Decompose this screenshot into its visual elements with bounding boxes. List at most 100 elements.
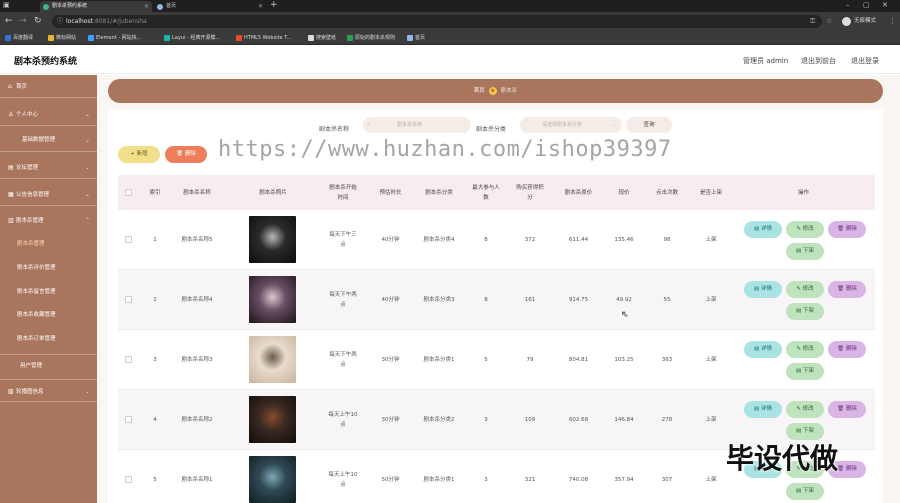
sidebar-item-label: 公告信息管理 [16, 192, 50, 198]
bookmark-icon [88, 35, 94, 41]
batch-delete-button[interactable]: 🗑 删除 [165, 146, 207, 163]
sidebar-item-notice[interactable]: ▦ 公告信息管理 ⌄ [0, 183, 97, 206]
row-checkbox[interactable] [125, 236, 132, 243]
col-header-name[interactable]: 剧本杀名称 [166, 175, 228, 210]
bookmark-item[interactable]: 微标网站 [47, 31, 76, 45]
maximize-icon[interactable]: ▢ [863, 0, 870, 11]
name-search-input[interactable]: ⌕ 剧本杀名称 [363, 117, 471, 133]
breadcrumb-home[interactable]: 首页 [474, 88, 485, 94]
bookmark-item[interactable]: 百度翻译 [4, 31, 33, 45]
sidebar-item-home[interactable]: ⌂ 首页 [0, 75, 97, 98]
col-header-status[interactable]: 是否上架 [690, 175, 732, 210]
offshelf-button[interactable]: ▤ 下架 [786, 243, 824, 260]
sidebar-sub-review[interactable]: 剧本杀评价管理 [0, 257, 97, 280]
back-icon[interactable]: ← [5, 15, 13, 27]
type-select[interactable]: 请选择剧本杀分类 ⌄ [520, 117, 622, 133]
bookmark-item[interactable]: Element - 网站快... [87, 31, 141, 45]
row-checkbox[interactable] [125, 416, 132, 423]
delete-button[interactable]: 🗑 删除 [828, 401, 866, 418]
sidebar-sub-order[interactable]: 剧本杀订单管理 [0, 328, 97, 351]
col-header-label: 剧本杀名称 [183, 189, 211, 196]
col-header-start[interactable]: 剧本杀开始 时间 [318, 175, 368, 210]
chevron-up-icon: ⌃ [84, 217, 90, 224]
sidebar-sub-favorite[interactable]: 剧本杀收藏管理 [0, 304, 97, 327]
cell-duration: 50分钟 [381, 477, 400, 483]
tab-close-icon[interactable]: ✕ [258, 1, 263, 12]
offshelf-button-label: 下架 [802, 248, 814, 254]
browser-more-icon[interactable]: ⋮ [889, 16, 896, 27]
bookmark-item[interactable]: Layui - 经典开源模... [163, 31, 220, 45]
sidebar-item-forum[interactable]: ▤ 论坛管理 ⌄ [0, 156, 97, 179]
search-button[interactable]: 查询 [626, 117, 672, 133]
col-header-duration[interactable]: 预估时长 [368, 175, 413, 210]
trash-icon: 🗑 [837, 406, 846, 412]
mouse-cursor-icon: ⇖ [621, 310, 629, 320]
sidebar-item-personal[interactable]: ♙ 个人中心 ⌄ [0, 103, 97, 126]
browser-tab-active[interactable]: 剧本杀预约系统 ✕ [40, 1, 152, 12]
minimize-icon[interactable]: – [846, 0, 850, 11]
sidebar-item-carousel[interactable]: ▨ 轮播图信息 ⌄ [0, 379, 97, 402]
doc-icon: ▤ [796, 428, 803, 434]
row-checkbox[interactable] [125, 296, 132, 303]
detail-button[interactable]: ▤ 详情 [744, 281, 782, 298]
type-select-placeholder: 请选择剧本杀分类 [542, 122, 583, 128]
delete-button[interactable]: 🗑 删除 [828, 221, 866, 238]
delete-button[interactable]: 🗑 删除 [828, 281, 866, 298]
cell-max: 5 [484, 357, 488, 363]
url-input[interactable]: ⓘ localhost:8081/#/jubensha [52, 15, 822, 28]
chevron-down-icon: ⌄ [84, 111, 90, 118]
col-header-max[interactable]: 最大参与人 数 [465, 175, 507, 210]
detail-button[interactable]: ▤ 详情 [744, 341, 782, 358]
bookmark-item[interactable]: 搜索壁纸 [307, 31, 336, 45]
edit-button[interactable]: ✎ 修改 [786, 221, 824, 238]
incognito-badge[interactable]: 无痕模式 [842, 15, 876, 28]
tab-close-icon[interactable]: ✕ [144, 1, 149, 12]
offshelf-button[interactable]: ▤ 下架 [786, 483, 824, 500]
row-checkbox[interactable] [125, 476, 132, 483]
back-to-front-link[interactable]: 退出到前台 [801, 56, 836, 66]
detail-button[interactable]: ▤ 详情 [744, 221, 782, 238]
new-tab-icon[interactable]: + [270, 0, 278, 11]
col-header-clicks[interactable]: 点击次数 [644, 175, 690, 210]
col-header-price[interactable]: 现价 [604, 175, 644, 210]
logout-link[interactable]: 退出登录 [851, 56, 879, 66]
sidebar-item-users[interactable]: 用户管理 [0, 354, 97, 377]
col-header-photo[interactable]: 剧本杀照片 [228, 175, 318, 210]
incognito-icon [842, 17, 851, 26]
poster-image [249, 456, 296, 503]
col-header-orig[interactable]: 剧本杀原价 [553, 175, 604, 210]
sidebar-sub-jubensha[interactable]: 剧本杀管理 [0, 233, 97, 256]
browser-tab[interactable]: 首页 ✕ [154, 1, 266, 12]
sidebar-item-base-data[interactable]: 基础数据管理 ⌄ [0, 129, 97, 152]
bookmark-item[interactable]: HTML5 Website T... [235, 31, 291, 45]
cell-orig: 611.44 [568, 237, 589, 243]
sidebar-sub-message[interactable]: 剧本杀留言管理 [0, 281, 97, 304]
offshelf-button[interactable]: ▤ 下架 [786, 363, 824, 380]
url-path: :8081/#/jubensha [92, 18, 147, 25]
bookmark-item[interactable]: 首页 [406, 31, 425, 45]
row-checkbox[interactable] [125, 356, 132, 363]
cell-price: 146.84 [614, 417, 634, 423]
star-icon[interactable]: ☆ [826, 16, 832, 27]
browser-menu-icon[interactable]: ▣ [3, 0, 10, 11]
forward-icon[interactable]: → [19, 15, 27, 27]
edit-button[interactable]: ✎ 修改 [786, 341, 824, 358]
edit-button[interactable]: ✎ 修改 [786, 281, 824, 298]
detail-button[interactable]: ▤ 详情 [744, 401, 782, 418]
col-header-type[interactable]: 剧本杀分类 [413, 175, 465, 210]
bookmark-item[interactable]: 原始的剧本杀规则 [346, 31, 395, 45]
edit-button[interactable]: ✎ 修改 [786, 401, 824, 418]
chevron-down-icon: ⌄ [84, 191, 90, 198]
col-header-points[interactable]: 购买获得积 分 [507, 175, 553, 210]
offshelf-button[interactable]: ▤ 下架 [786, 303, 824, 320]
key-icon[interactable]: ⚿ [810, 16, 815, 27]
select-all-checkbox[interactable] [125, 189, 132, 196]
edit-button-label: 修改 [802, 346, 814, 352]
close-window-icon[interactable]: ✕ [882, 0, 888, 11]
sidebar-item-jubensha[interactable]: ▥ 剧本杀管理 ⌃ [0, 209, 97, 232]
delete-button[interactable]: 🗑 删除 [828, 341, 866, 358]
add-button[interactable]: + 新增 [118, 146, 160, 163]
vue-favicon-icon [43, 4, 49, 10]
bookmark-icon [407, 35, 413, 41]
reload-icon[interactable]: ↻ [34, 15, 42, 27]
